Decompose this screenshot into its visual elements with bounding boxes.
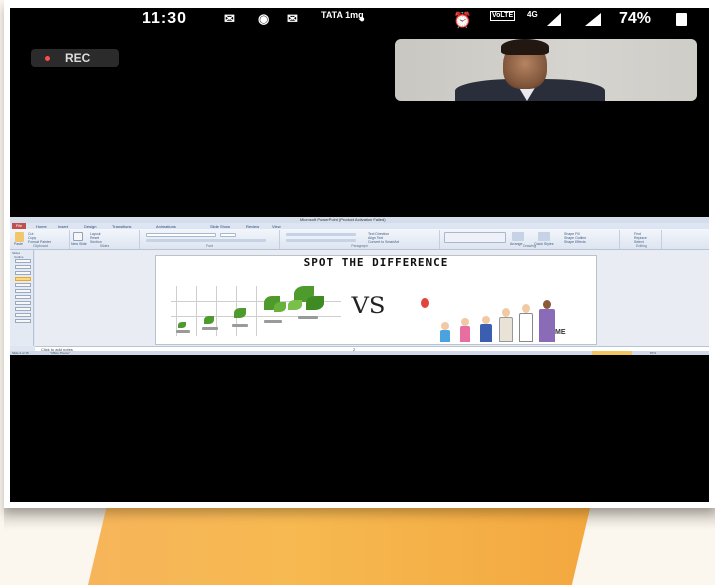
4g-signal-bars-icon — [547, 13, 561, 26]
ribbon-group-paragraph: Text Direction Align Text Convert to Sma… — [280, 230, 440, 249]
recording-indicator[interactable]: REC — [31, 49, 119, 67]
family-member-drawing — [458, 318, 472, 342]
family-member-drawing — [538, 300, 556, 342]
font-format-buttons[interactable] — [146, 239, 266, 242]
slide-thumbnail[interactable] — [15, 283, 31, 287]
coin-stack — [202, 327, 218, 330]
list-buttons[interactable] — [286, 233, 356, 236]
person-body — [480, 324, 492, 342]
dot-icon: ● — [359, 14, 366, 25]
person-body — [539, 309, 555, 342]
person-head — [482, 316, 490, 324]
decorative-orange-band — [88, 500, 592, 585]
chart-grid-line — [176, 286, 177, 336]
vs-label: VS — [351, 294, 386, 319]
slide-thumbnail[interactable] — [15, 319, 31, 323]
family-member-drawing — [478, 316, 494, 342]
4g-signal-icon: 4G — [527, 10, 538, 19]
plant-leaf — [274, 302, 286, 312]
group-label-slides: Slides — [99, 244, 110, 248]
presenter-logo: ME — [555, 329, 566, 336]
alarm-icon: ⏰ — [453, 12, 472, 29]
family-member-drawing — [498, 308, 514, 342]
plant-leaf — [234, 308, 246, 318]
mail-icon: ✉ — [287, 11, 298, 26]
slide-thumbnail[interactable] — [15, 271, 31, 275]
battery-percent: 74% — [619, 10, 652, 27]
person-body — [499, 317, 513, 342]
font-name-select[interactable] — [146, 233, 216, 237]
paste-icon[interactable] — [15, 232, 24, 242]
person-head — [522, 304, 530, 313]
vs-text: VS — [351, 294, 386, 319]
ribbon-group-font: Font — [140, 230, 280, 249]
person-body — [519, 313, 533, 342]
slide-thumbnail[interactable] — [15, 259, 31, 263]
slide-thumbnail[interactable] — [15, 307, 31, 311]
phone-screenshot-frame: 11:30 ✉ ◉ ✉ TATA 1mg ● ⏰ VoLTE 4G 74% RE… — [4, 0, 715, 508]
plant-leaf — [306, 296, 324, 310]
window-title: Microsoft PowerPoint (Product Activation… — [300, 217, 386, 222]
volte-icon: VoLTE — [490, 11, 516, 21]
clock: 11:30 — [142, 10, 188, 27]
ribbon-group-editing: Find Replace Select Editing — [622, 230, 662, 249]
coin-stack — [264, 320, 282, 323]
family-member-drawing — [518, 304, 534, 342]
slide-thumbnail[interactable] — [15, 313, 31, 317]
person-body — [440, 330, 450, 342]
slide-thumbnail[interactable] — [15, 265, 31, 269]
mail-icon: ✉ — [224, 11, 235, 26]
person-head — [543, 300, 551, 309]
signal-icon — [585, 13, 601, 26]
new-slide-icon[interactable] — [73, 232, 83, 241]
battery-icon — [676, 13, 687, 26]
slide-thumbnail-selected[interactable] — [15, 277, 31, 281]
quick-styles-icon[interactable] — [538, 232, 550, 241]
arrange-icon[interactable] — [512, 232, 524, 241]
record-dot-icon — [45, 56, 50, 61]
person-head — [441, 322, 449, 330]
person-head — [461, 318, 469, 326]
empty-screen-area — [10, 355, 709, 502]
coin-stack — [298, 316, 318, 319]
recording-label: REC — [65, 51, 91, 65]
group-label-paragraph: Paragraph — [351, 244, 368, 248]
balloon — [421, 298, 429, 308]
chart-grid-line — [256, 286, 257, 336]
font-size-select[interactable] — [220, 233, 236, 237]
slide-thumbnail[interactable] — [15, 295, 31, 299]
slide-thumbnail[interactable] — [15, 289, 31, 293]
plant-leaf — [288, 300, 302, 310]
slide-panel-tabs: Slides Outline — [12, 251, 32, 259]
group-label-clipboard: Clipboard — [33, 244, 48, 248]
podcast-icon: ◉ — [258, 11, 270, 26]
ribbon-group-clipboard: Paste Cut Copy Format Painter Clipboard — [12, 230, 70, 249]
alignment-buttons[interactable] — [286, 239, 356, 242]
ribbon: Paste Cut Copy Format Painter Clipboard … — [10, 229, 709, 250]
tata-1mg-icon: TATA 1mg — [321, 10, 364, 20]
person-head — [502, 308, 510, 317]
plant-leaf — [178, 322, 186, 328]
coin-stack — [176, 330, 190, 333]
powerpoint-window: Microsoft PowerPoint (Product Activation… — [10, 217, 709, 355]
person-body — [460, 326, 470, 342]
slide-thumbnail[interactable] — [15, 301, 31, 305]
presenter-hair — [501, 39, 549, 55]
group-label-drawing: Drawing — [523, 244, 536, 248]
status-bar: 11:30 ✉ ◉ ✉ TATA 1mg ● ⏰ VoLTE 4G 74% — [10, 8, 709, 30]
group-label-editing: Editing — [636, 244, 647, 248]
group-label-font: Font — [205, 244, 213, 248]
family-member-drawing — [438, 322, 452, 342]
phone-screen: 11:30 ✉ ◉ ✉ TATA 1mg ● ⏰ VoLTE 4G 74% RE… — [10, 8, 709, 502]
plant-leaf — [204, 316, 214, 324]
slide-canvas[interactable]: SPOT THE DIFFERENCE VS ME — [155, 255, 597, 345]
webcam-overlay[interactable] — [395, 39, 697, 101]
ribbon-group-drawing: Arrange Quick Styles Shape Fill Shape Ou… — [440, 230, 620, 249]
chart-grid-line — [196, 286, 197, 336]
slide-title[interactable]: SPOT THE DIFFERENCE — [156, 256, 596, 269]
shapes-gallery[interactable] — [444, 232, 506, 243]
slide-thumbnail-pane: Slides Outline — [10, 250, 34, 346]
coin-stack — [232, 324, 248, 327]
ribbon-group-slides: New Slide Layout Reset Section Slides — [70, 230, 140, 249]
